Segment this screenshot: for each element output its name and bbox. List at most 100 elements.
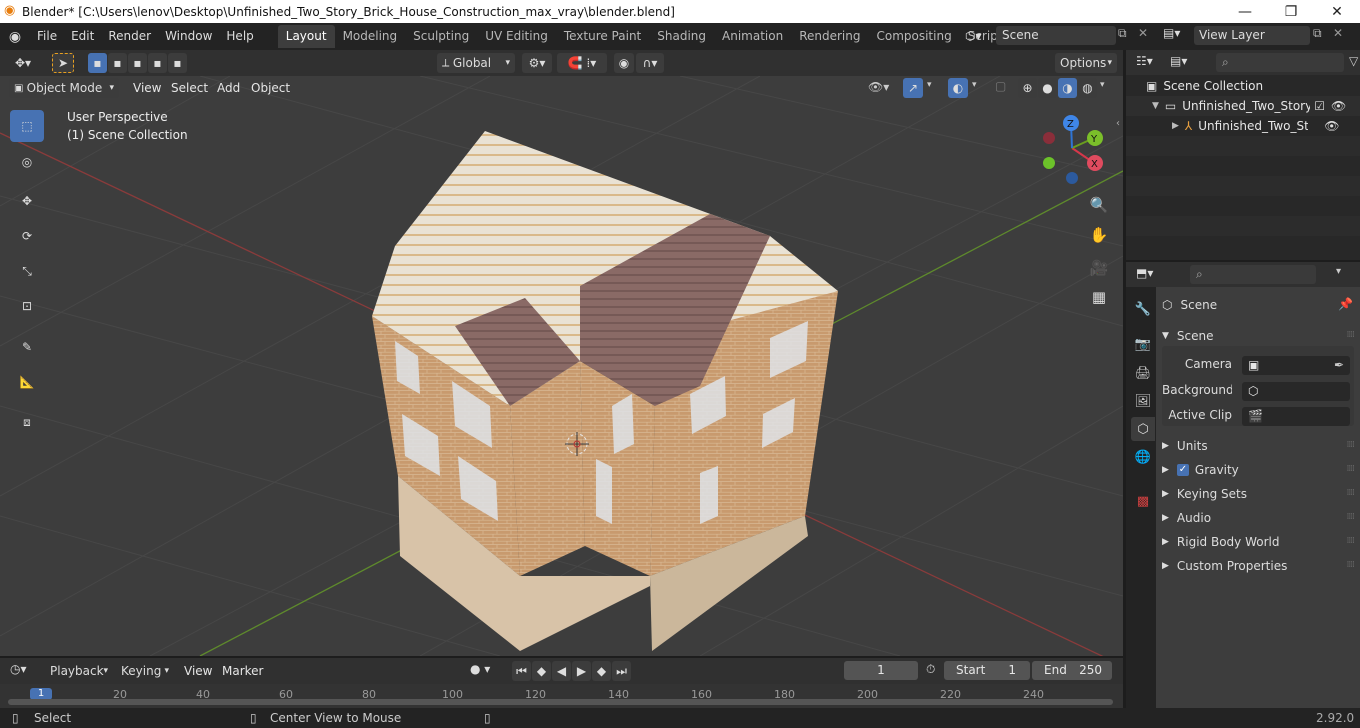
overlay-dropdown-icon[interactable]: ▾ (972, 80, 977, 90)
overlay-toggle-icon[interactable]: ◐ (948, 78, 968, 98)
texture-tab-icon[interactable]: ▩ (1131, 489, 1155, 513)
transform-tool-icon[interactable]: ⊡ (10, 290, 44, 322)
gravity-section[interactable]: ▶ ✓ Gravity (1162, 460, 1239, 480)
keying-sets-section[interactable]: ▶ Keying Sets (1162, 484, 1247, 504)
scale-tool-icon[interactable]: ⤡ (10, 255, 44, 287)
select-subtract-icon[interactable]: ▪ (128, 53, 147, 73)
menu-file[interactable]: File (30, 23, 64, 50)
view-layer-tab-icon[interactable]: 🖼 (1131, 389, 1155, 413)
menu-help[interactable]: Help (219, 23, 260, 50)
jump-end-icon[interactable]: ⏭ (612, 661, 631, 681)
outliner-root-row[interactable]: ▣ Scene Collection (1146, 76, 1360, 96)
tab-uv-editing[interactable]: UV Editing (477, 25, 556, 48)
select-new-icon[interactable]: ▪ (88, 53, 107, 73)
select-invert-icon[interactable]: ▪ (148, 53, 167, 73)
annotate-tool-icon[interactable]: ✎ (10, 331, 44, 363)
timeline-ruler[interactable]: 1 20 40 60 80 100 120 140 160 180 200 22… (0, 684, 1123, 708)
jump-start-icon[interactable]: ⏮ (512, 661, 531, 681)
next-keyframe-icon[interactable]: ◆ (592, 661, 611, 681)
ortho-grid-icon[interactable]: ▦ (1087, 285, 1111, 309)
select-box-tool-icon[interactable]: ➤ (52, 53, 74, 73)
menu-view[interactable]: View (133, 81, 161, 95)
outliner-row-object[interactable]: ▶ ⅄ Unfinished_Two_Stor 👁 (1126, 116, 1360, 136)
view-layer-selector-icon[interactable]: ▤▾ (1163, 26, 1193, 40)
eye-icon[interactable]: 👁 (1324, 119, 1339, 133)
output-tab-icon[interactable]: 🖨 (1131, 361, 1155, 385)
transform-orientation-dropdown[interactable]: ⟂ Global ▾ (437, 53, 515, 73)
minimize-button[interactable]: — (1222, 0, 1268, 23)
snap-icon[interactable]: 🧲 ⁞▾ (557, 53, 607, 73)
tab-layout[interactable]: Layout (277, 25, 335, 48)
tab-rendering[interactable]: Rendering (791, 25, 868, 48)
copy-view-layer-icon[interactable]: ⧉ (1313, 26, 1322, 41)
delete-scene-icon[interactable]: ✕ (1138, 26, 1156, 40)
expand-arrow-icon[interactable]: ▶ (1172, 121, 1179, 131)
timeline-scrollbar[interactable] (8, 699, 1113, 705)
select-intersect-icon[interactable]: ▪ (168, 53, 187, 73)
solid-shading-icon[interactable]: ● (1038, 78, 1057, 98)
material-shading-icon[interactable]: ◑ (1058, 78, 1077, 98)
outliner-search-input[interactable]: ⌕ (1216, 53, 1344, 72)
menu-edit[interactable]: Edit (64, 23, 101, 50)
prev-keyframe-icon[interactable]: ◆ (532, 661, 551, 681)
mode-dropdown[interactable]: ▣ Object Mode ▾ (9, 78, 119, 98)
custom-properties-section[interactable]: ▶ Custom Properties (1162, 556, 1287, 576)
visibility-icon[interactable]: 👁▾ (868, 80, 889, 94)
select-tool-icon[interactable]: ⬚ (10, 110, 44, 142)
menu-add[interactable]: Add (217, 81, 240, 95)
view-layer-field[interactable]: View Layer (1194, 26, 1310, 45)
properties-options-icon[interactable]: ▾ (1336, 266, 1341, 277)
options-dropdown[interactable]: Options ▾ (1055, 53, 1117, 73)
expand-arrow-icon[interactable]: ▼ (1152, 101, 1159, 111)
play-reverse-icon[interactable]: ◀ (552, 661, 571, 681)
playback-dropdown[interactable]: Playback ▾ (45, 661, 111, 681)
play-icon[interactable]: ▶ (572, 661, 591, 681)
menu-select[interactable]: Select (171, 81, 208, 95)
measure-tool-icon[interactable]: 📐 (10, 366, 44, 398)
active-clip-field[interactable]: 🎬 (1242, 407, 1350, 426)
tab-shading[interactable]: Shading (649, 25, 714, 48)
world-tab-icon[interactable]: 🌐 (1131, 445, 1155, 469)
tab-animation[interactable]: Animation (714, 25, 791, 48)
gravity-checkbox[interactable]: ✓ (1176, 464, 1189, 476)
rigid-body-section[interactable]: ▶ Rigid Body World (1162, 532, 1279, 552)
tab-texture-paint[interactable]: Texture Paint (556, 25, 649, 48)
tab-modeling[interactable]: Modeling (335, 25, 406, 48)
properties-editor-icon[interactable]: ⬒▾ (1136, 266, 1153, 280)
camera-view-icon[interactable]: 🎥 (1087, 256, 1111, 280)
properties-search-input[interactable]: ⌕ (1190, 265, 1316, 284)
gizmo-dropdown-icon[interactable]: ▾ (927, 80, 932, 90)
units-section[interactable]: ▶ Units (1162, 436, 1208, 456)
background-field[interactable]: ⬡ (1242, 382, 1350, 401)
sidebar-toggle-icon[interactable]: ‹ (1116, 118, 1120, 129)
end-frame-field[interactable]: End 250 (1032, 661, 1112, 680)
start-frame-field[interactable]: Start 1 (944, 661, 1030, 680)
tab-compositing[interactable]: Compositing (868, 25, 959, 48)
proportional-edit-icon[interactable]: ◉ (614, 53, 634, 73)
scene-section-toggle[interactable]: ▼ Scene (1162, 326, 1214, 346)
shading-dropdown-icon[interactable]: ▾ (1100, 80, 1105, 90)
scene-field[interactable]: Scene (996, 26, 1116, 45)
close-window-button[interactable]: ✕ (1314, 0, 1360, 23)
delete-view-layer-icon[interactable]: ✕ (1333, 26, 1343, 40)
camera-field[interactable]: ▣ ✒ (1242, 356, 1350, 375)
falloff-icon[interactable]: ∩▾ (636, 53, 664, 73)
move-tool-icon[interactable]: ✥ (10, 185, 44, 217)
select-extend-icon[interactable]: ▪ (108, 53, 127, 73)
timeline-editor-icon[interactable]: ◷▾ (10, 662, 27, 676)
tab-sculpting[interactable]: Sculpting (405, 25, 477, 48)
3d-viewport[interactable]: X Y Z User Perspective (1) Scene Collect… (0, 76, 1123, 656)
copy-scene-icon[interactable]: ⧉ (1118, 26, 1136, 41)
menu-window[interactable]: Window (158, 23, 219, 50)
eye-icon[interactable]: 👁 (1331, 99, 1346, 113)
zoom-icon[interactable]: 🔍 (1087, 193, 1111, 217)
cursor-tool-icon[interactable]: ◎ (10, 146, 44, 178)
menu-object[interactable]: Object (251, 81, 290, 95)
scene-tab-icon[interactable]: ⬡ (1131, 417, 1155, 441)
rotate-tool-icon[interactable]: ⟳ (10, 220, 44, 252)
rendered-shading-icon[interactable]: ◍ (1078, 78, 1097, 98)
outliner-editor-icon[interactable]: ☷▾ (1136, 54, 1153, 68)
pin-icon[interactable]: 📌 (1338, 297, 1353, 311)
filter-icon[interactable]: ▽ (1349, 54, 1358, 68)
xray-icon[interactable]: ▢ (995, 79, 1006, 93)
